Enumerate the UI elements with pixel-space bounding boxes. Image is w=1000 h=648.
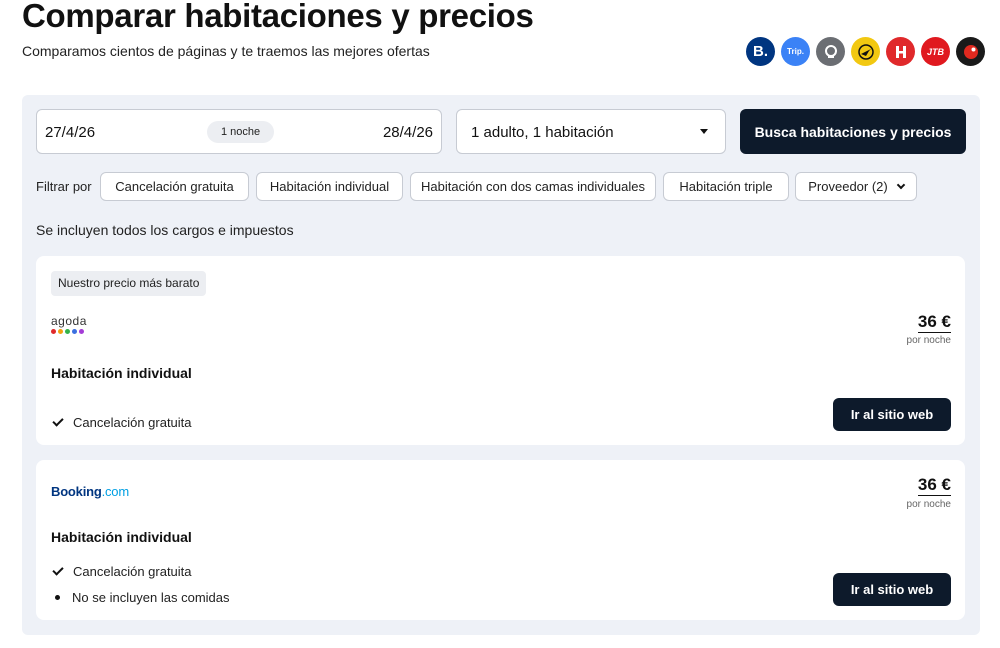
caret-down-icon bbox=[700, 129, 708, 134]
plane-logo-icon bbox=[851, 37, 880, 66]
hotel-h-logo-icon bbox=[886, 37, 915, 66]
agoda-logo-text: agoda bbox=[51, 314, 87, 328]
room-name: Habitación individual bbox=[51, 365, 192, 381]
room-name: Habitación individual bbox=[51, 529, 192, 545]
booking-logo-icon: B. bbox=[746, 37, 775, 66]
filter-chip-provider[interactable]: Proveedor (2) bbox=[795, 172, 917, 201]
date-range-picker[interactable]: 27/4/26 1 noche 28/4/26 bbox=[36, 109, 442, 154]
chevron-down-icon bbox=[896, 180, 905, 190]
filter-label: Filtrar por bbox=[36, 179, 92, 194]
booking-com-logo: Booking.com bbox=[51, 484, 129, 499]
go-to-site-button[interactable]: Ir al sitio web bbox=[833, 573, 951, 606]
offer-card: Nuestro precio más barato agoda 36 € por… bbox=[36, 256, 965, 445]
filter-chip-provider-label: Proveedor (2) bbox=[808, 179, 888, 194]
taxes-note: Se incluyen todos los cargos e impuestos bbox=[36, 222, 294, 238]
filter-chip-triple-room[interactable]: Habitación triple bbox=[663, 172, 789, 201]
guests-value: 1 adulto, 1 habitación bbox=[471, 124, 614, 141]
search-panel: 27/4/26 1 noche 28/4/26 1 adulto, 1 habi… bbox=[22, 95, 980, 635]
bullet-icon bbox=[55, 595, 60, 600]
feature-label: No se incluyen las comidas bbox=[72, 590, 230, 605]
offer-card: Booking.com 36 € por noche Habitación in… bbox=[36, 460, 965, 620]
page-title: Comparar habitaciones y precios bbox=[22, 0, 534, 34]
checkin-date[interactable]: 27/4/26 bbox=[45, 124, 95, 141]
agoda-logo: agoda bbox=[51, 315, 91, 339]
check-icon bbox=[52, 563, 64, 576]
search-rooms-button[interactable]: Busca habitaciones y precios bbox=[740, 109, 966, 154]
feature-meals-not-included: No se incluyen las comidas bbox=[51, 590, 230, 605]
guests-select[interactable]: 1 adulto, 1 habitación bbox=[456, 109, 726, 154]
checkout-date[interactable]: 28/4/26 bbox=[383, 124, 433, 141]
feature-free-cancellation: Cancelación gratuita bbox=[51, 414, 192, 430]
per-night-label: por noche bbox=[906, 499, 951, 510]
agoda-dots-icon bbox=[51, 329, 91, 334]
check-icon bbox=[52, 414, 64, 427]
offer-price: 36 € bbox=[917, 475, 951, 496]
feature-label: Cancelación gratuita bbox=[73, 564, 192, 579]
booking-logo-suffix: .com bbox=[101, 484, 130, 499]
filter-chip-twin-room[interactable]: Habitación con dos camas individuales bbox=[410, 172, 656, 201]
booking-logo-main: Booking bbox=[51, 484, 102, 499]
nights-count-badge: 1 noche bbox=[207, 121, 275, 143]
filter-chip-free-cancellation[interactable]: Cancelación gratuita bbox=[100, 172, 249, 201]
agoda-search-icon bbox=[816, 37, 845, 66]
provider-logos: B. Trip. JTB bbox=[746, 37, 985, 66]
red-dot-logo-icon bbox=[956, 37, 985, 66]
offer-price: 36 € bbox=[917, 312, 951, 333]
go-to-site-button[interactable]: Ir al sitio web bbox=[833, 398, 951, 431]
page-subtitle: Comparamos cientos de páginas y te traem… bbox=[22, 43, 430, 59]
filter-chip-single-room[interactable]: Habitación individual bbox=[256, 172, 403, 201]
per-night-label: por noche bbox=[906, 335, 951, 346]
trip-logo-icon: Trip. bbox=[781, 37, 810, 66]
cheapest-price-badge: Nuestro precio más barato bbox=[51, 271, 207, 296]
feature-label: Cancelación gratuita bbox=[73, 415, 192, 430]
jtb-logo-icon: JTB bbox=[921, 37, 950, 66]
feature-free-cancellation: Cancelación gratuita bbox=[51, 563, 192, 579]
